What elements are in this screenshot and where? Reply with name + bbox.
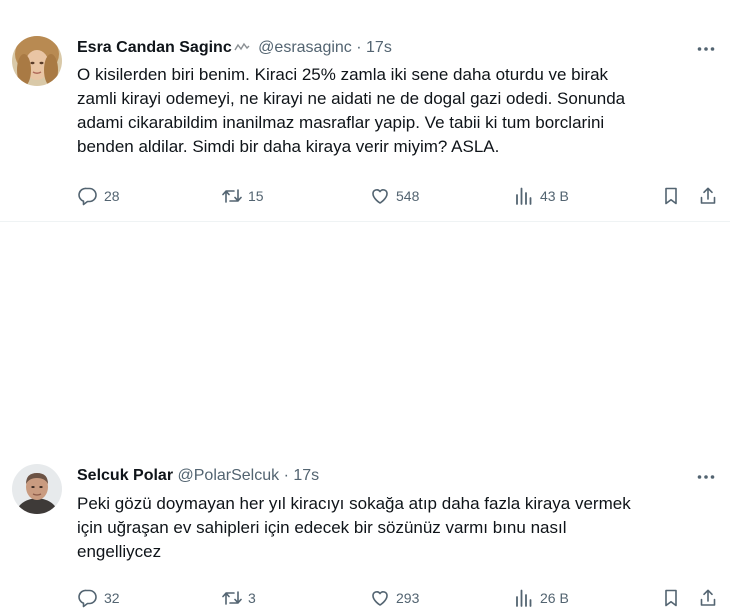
reply-count: 28 [104,188,120,204]
tweet[interactable]: Selcuk Polar @PolarSelcuk · 17s Peki göz… [0,222,730,608]
tweet-text-line: için uğraşan ev sahipleri için edecek bi… [77,518,567,537]
views-button[interactable]: 43 B [514,184,569,208]
tweet[interactable]: Esra Candan Saginc @esrasaginc · 17s O k… [0,0,730,222]
handle[interactable]: @PolarSelcuk [178,467,280,484]
views-icon [514,588,534,608]
share-icon [698,588,718,608]
timestamp[interactable]: 17s [366,39,392,56]
share-button[interactable] [698,184,718,208]
share-button[interactable] [698,586,718,610]
reply-icon [78,588,98,608]
reply-button[interactable]: 32 [78,586,120,610]
views-count: 26 B [540,590,569,606]
tweet-text-line: benden aldilar. Simdi bir daha kiraya ve… [77,137,500,156]
badge-icon [234,38,250,58]
tweet-header: Esra Candan Saginc @esrasaginc · 17s [77,38,392,58]
bookmark-icon [661,186,681,206]
retweet-button[interactable]: 15 [222,184,264,208]
like-count: 548 [396,188,420,204]
tweet-text: Peki gözü doymayan her yıl kiracıyı soka… [77,492,717,564]
share-icon [698,186,718,206]
views-count: 43 B [540,188,569,204]
timestamp[interactable]: 17s [293,467,319,484]
like-button[interactable]: 293 [370,586,419,610]
display-name[interactable]: Selcuk Polar [77,467,173,484]
more-icon[interactable] [696,39,716,59]
reply-count: 32 [104,590,120,606]
retweet-icon [222,186,242,206]
tweet-text-line: zamli kirayi odemeyi, ne kirayi ne aidat… [77,89,626,108]
more-icon[interactable] [696,467,716,487]
separator: · [283,467,289,484]
display-name[interactable]: Esra Candan Saginc [77,39,232,56]
bookmark-icon [661,588,681,608]
avatar[interactable] [12,464,62,514]
like-button[interactable]: 548 [370,184,419,208]
handle[interactable]: @esrasaginc [258,39,352,56]
tweet-text-line: engelliycez [77,542,162,561]
reply-button[interactable]: 28 [78,184,120,208]
like-count: 293 [396,590,420,606]
heart-icon [370,588,390,608]
action-bar: 32 3 293 26 B [0,586,730,610]
retweet-button[interactable]: 3 [222,586,256,610]
separator: · [356,39,362,57]
tweet-text: O kisilerden biri benim. Kiraci 25% zaml… [77,63,717,159]
tweet-header: Selcuk Polar @PolarSelcuk · 17s [77,466,319,486]
avatar[interactable] [12,36,62,86]
retweet-icon [222,588,242,608]
tweet-text-line: Peki gözü doymayan her yıl kiracıyı soka… [77,494,631,513]
views-button[interactable]: 26 B [514,586,569,610]
retweet-count: 15 [248,188,264,204]
tweet-text-line: O kisilerden biri benim. Kiraci 25% zaml… [77,65,609,84]
tweet-text-line: adami cikarabildim inanilmaz masraflar y… [77,113,605,132]
views-icon [514,186,534,206]
bookmark-button[interactable] [661,184,681,208]
bookmark-button[interactable] [661,586,681,610]
retweet-count: 3 [248,590,256,606]
action-bar: 28 15 548 43 B [0,184,730,208]
reply-icon [78,186,98,206]
heart-icon [370,186,390,206]
